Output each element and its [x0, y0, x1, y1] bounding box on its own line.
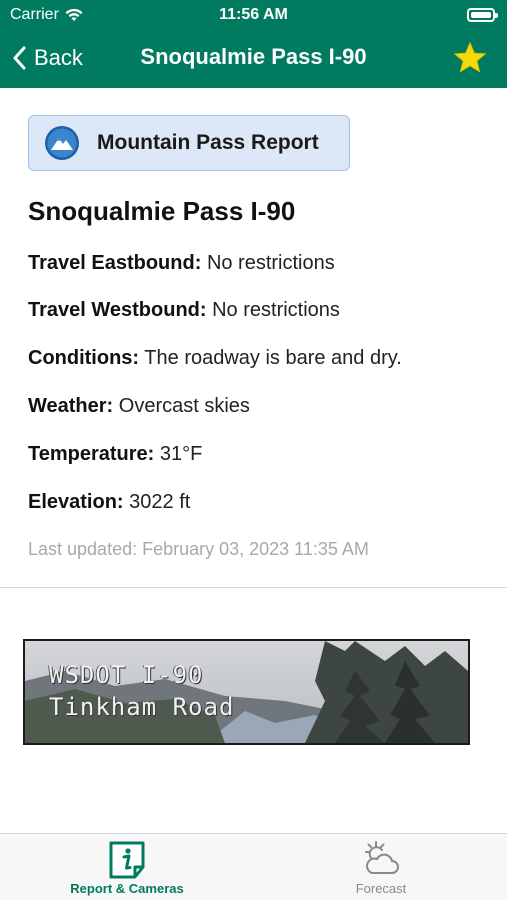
detail-row-elevation: Elevation: 3022 ft	[28, 491, 190, 514]
status-bar: Carrier 11:56 AM	[0, 0, 507, 32]
battery-icon	[467, 8, 498, 22]
navigation-bar: Back Snoqualmie Pass I-90	[0, 32, 507, 88]
camera-scene	[25, 641, 468, 743]
detail-row-travel-westbound: Travel Westbound: No restrictions	[28, 299, 340, 322]
detail-row-weather: Weather: Overcast skies	[28, 395, 250, 418]
chevron-left-icon	[13, 46, 26, 70]
info-tab-icon	[109, 841, 145, 879]
star-icon[interactable]	[453, 41, 487, 75]
last-updated-text: Last updated: February 03, 2023 11:35 AM	[28, 539, 369, 559]
detail-value: The roadway is bare and dry.	[144, 347, 402, 369]
detail-row-conditions: Conditions: The roadway is bare and dry.	[28, 347, 402, 370]
tab-bar: Report & Cameras Forecast	[0, 833, 507, 900]
detail-value: Overcast skies	[118, 395, 250, 417]
mountain-pass-report-label: Mountain Pass Report	[97, 131, 319, 154]
camera-overlay-line1: WSDOT I-90	[49, 661, 204, 689]
tab-forecast[interactable]: Forecast	[254, 834, 507, 900]
detail-value: 31°F	[159, 443, 203, 465]
detail-label: Travel Westbound:	[28, 299, 207, 321]
detail-value: No restrictions	[212, 299, 340, 321]
detail-label: Conditions:	[28, 347, 140, 369]
detail-value: 3022 ft	[129, 491, 191, 513]
status-time: 11:56 AM	[219, 6, 288, 23]
tab-report-cameras[interactable]: Report & Cameras	[0, 834, 254, 900]
detail-label: Elevation:	[28, 491, 124, 513]
mountain-icon	[45, 126, 79, 160]
camera-overlay-line2: Tinkham Road	[49, 693, 235, 721]
tab-label: Report & Cameras	[70, 881, 184, 896]
detail-row-temperature: Temperature: 31°F	[28, 443, 202, 466]
pass-name: Snoqualmie Pass I-90	[28, 196, 296, 226]
weather-cloud-sun-icon	[365, 841, 399, 874]
detail-label: Travel Eastbound:	[28, 252, 202, 274]
detail-label: Temperature:	[28, 443, 155, 465]
app-header: Carrier 11:56 AM Back Snoqualmie Pass I-…	[0, 0, 507, 88]
camera-image[interactable]: WSDOT I-90 Tinkham Road	[23, 639, 470, 745]
mountain-pass-report-button[interactable]: Mountain Pass Report	[28, 115, 350, 171]
detail-row-travel-eastbound: Travel Eastbound: No restrictions	[28, 252, 335, 275]
back-button[interactable]: Back	[12, 42, 83, 74]
detail-value: No restrictions	[206, 252, 335, 274]
tab-label: Forecast	[355, 881, 407, 896]
section-divider	[0, 587, 507, 588]
back-label: Back	[34, 45, 83, 70]
detail-label: Weather:	[28, 395, 114, 417]
